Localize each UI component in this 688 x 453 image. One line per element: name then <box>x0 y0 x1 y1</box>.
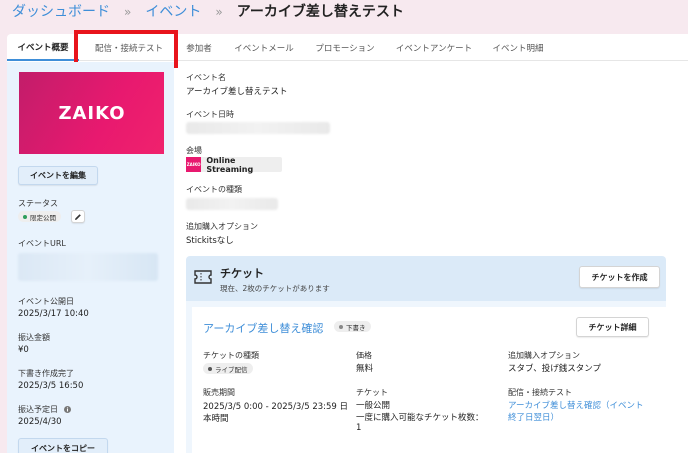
ticket-section-title: チケット <box>220 267 264 280</box>
scheduled-payout-label: 振込予定日 <box>18 404 71 415</box>
sale-period-value: 2025/3/5 0:00 - 2025/3/5 23:59 日 <box>203 402 349 412</box>
price-value: 無料 <box>356 364 374 374</box>
ticket-addon-value: スタブ、投げ銭スタンプ <box>508 364 601 374</box>
published-date-value: 2025/3/17 10:40 <box>18 309 89 319</box>
pencil-icon <box>75 213 81 220</box>
live-dot-icon <box>208 366 212 371</box>
event-datetime-redacted <box>186 122 330 134</box>
sale-period-value-cont: 本時間 <box>203 414 229 424</box>
ticket-section-header: チケット 現在、2枚のチケットがあります チケットを作成 <box>186 256 666 301</box>
addon-option-value: Stickitsなし <box>186 236 234 246</box>
ticket-count-text: 現在、2枚のチケットがあります <box>220 284 330 293</box>
event-datetime-label: イベント日時 <box>186 110 234 119</box>
copy-event-button[interactable]: イベントをコピー <box>18 438 108 453</box>
edit-status-button[interactable] <box>71 210 85 223</box>
draft-complete-label: 下書き作成完了 <box>18 369 74 378</box>
event-url-label: イベントURL <box>18 239 66 248</box>
breadcrumb-events-link[interactable]: イベント <box>145 3 201 21</box>
payout-amount-label: 振込金額 <box>18 333 50 342</box>
status-badge-label: 限定公開 <box>30 213 56 222</box>
payout-amount-value: ¥0 <box>18 345 29 355</box>
venue-label: 会場 <box>186 146 202 155</box>
status-badge: 限定公開 <box>18 211 61 222</box>
event-name-label: イベント名 <box>186 73 226 82</box>
venue-logo-icon: ZAIKO <box>186 157 202 172</box>
ticket-addon-label: 追加購入オプション <box>508 351 580 360</box>
ticket-icon <box>194 270 212 284</box>
sale-period-label: 販売期間 <box>203 388 235 397</box>
ticket-max-value: 1 <box>356 423 362 433</box>
event-name-value: アーカイブ差し替えテスト <box>186 87 288 97</box>
breadcrumb-separator: » <box>215 5 223 19</box>
ticket-title-link[interactable]: アーカイブ差し替え確認 <box>203 320 323 336</box>
status-dot-icon <box>23 214 27 219</box>
ticket-type-label: チケットの種類 <box>203 351 259 360</box>
page-title: アーカイブ差し替えテスト <box>236 4 404 20</box>
tab-event-overview[interactable]: イベント概要 <box>7 34 79 61</box>
tab-event-mail[interactable]: イベントメール <box>219 34 309 61</box>
status-label: ステータス <box>18 199 58 208</box>
tab-event-survey[interactable]: イベントアンケート <box>381 34 487 61</box>
tab-promotion[interactable]: プロモーション <box>309 34 381 61</box>
stream-test-label: 配信・接続テスト <box>508 388 572 397</box>
ticket-max-label: 一度に購入可能なチケット枚数： <box>356 413 484 423</box>
breadcrumb-separator: » <box>124 5 132 19</box>
stream-test-link[interactable]: アーカイブ差し替え確認（イベント <box>508 399 644 411</box>
tab-event-statement[interactable]: イベント明細 <box>487 34 549 61</box>
ticket-visibility-value: 一般公開 <box>356 401 391 411</box>
event-url-redacted <box>18 253 158 281</box>
scheduled-payout-value: 2025/4/30 <box>18 417 62 427</box>
ticket-card: アーカイブ差し替え確認 下書き チケット詳細 チケットの種類 ライブ配信 価格 … <box>192 307 666 453</box>
event-sidebar: ZAIKO イベントを編集 ステータス 限定公開 イベントURL イベント公開日… <box>7 62 174 453</box>
stream-test-link-cont[interactable]: 終了日翌日） <box>508 411 559 423</box>
event-logo: ZAIKO <box>19 72 164 154</box>
ticket-visibility-label: チケット <box>356 388 388 397</box>
addon-option-label: 追加購入オプション <box>186 222 258 231</box>
create-ticket-button[interactable]: チケットを作成 <box>579 266 660 288</box>
info-icon[interactable] <box>63 406 71 413</box>
edit-event-button[interactable]: イベントを編集 <box>18 166 98 185</box>
tab-participants[interactable]: 参加者 <box>179 34 219 61</box>
ticket-type-badge: ライブ配信 <box>203 363 253 374</box>
price-label: 価格 <box>356 351 372 360</box>
venue-chip: ZAIKO Online Streaming <box>186 155 282 174</box>
breadcrumb-dashboard-link[interactable]: ダッシュボード <box>12 3 110 21</box>
zaiko-logo-icon: ZAIKO <box>58 103 125 124</box>
venue-value: Online Streaming <box>206 155 254 174</box>
ticket-detail-button[interactable]: チケット詳細 <box>576 317 649 337</box>
draft-dot-icon <box>339 324 343 329</box>
svg-text:ZAIKO: ZAIKO <box>58 103 125 124</box>
event-type-label: イベントの種類 <box>186 185 242 194</box>
draft-complete-value: 2025/3/5 16:50 <box>18 381 84 391</box>
ticket-status-badge: 下書き <box>334 321 371 332</box>
published-date-label: イベント公開日 <box>18 297 74 306</box>
breadcrumb: ダッシュボード » イベント » アーカイブ差し替えテスト <box>12 3 404 21</box>
event-type-redacted <box>186 198 278 210</box>
